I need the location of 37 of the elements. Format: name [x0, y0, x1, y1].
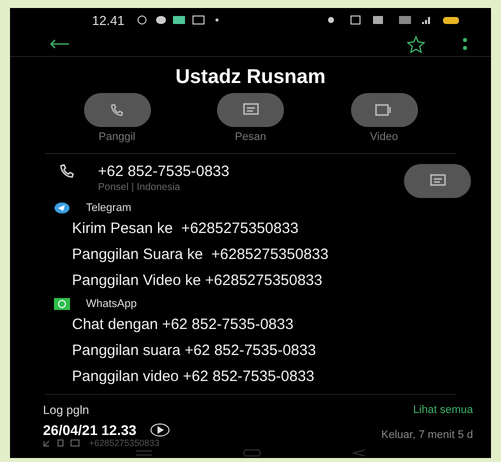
- message-button[interactable]: [404, 164, 471, 198]
- app-action-item[interactable]: Panggilan Suara ke +6285275350833: [10, 242, 491, 268]
- phone-number[interactable]: +62 852-7535-0833: [98, 162, 230, 182]
- app-action-item[interactable]: Panggilan video +62 852-7535-0833: [10, 364, 491, 390]
- action-label: Video: [370, 130, 398, 144]
- phone-icon: [58, 162, 76, 180]
- contact-name: Ustadz Rusnam: [174, 64, 327, 88]
- telegram-icon: [54, 202, 70, 214]
- status-time: 12.41: [92, 12, 125, 30]
- action-label: Pesan: [234, 130, 266, 144]
- battery-icon: [443, 17, 459, 24]
- app-name: Telegram: [86, 200, 132, 216]
- phone-icon: [109, 102, 125, 118]
- more-icon[interactable]: [463, 37, 467, 52]
- app-action-item[interactable]: Panggilan suara +62 852-7535-0833: [10, 338, 491, 364]
- phone-detail: Ponsel | Indonesia: [98, 182, 182, 194]
- see-all-link[interactable]: Lihat semua: [413, 402, 473, 418]
- message-icon: [242, 102, 258, 116]
- call-action-button[interactable]: [84, 92, 150, 126]
- app-action-item[interactable]: Panggilan Video ke +6285275350833: [10, 268, 491, 294]
- star-icon[interactable]: [407, 36, 425, 53]
- call-log-title: Log pgln: [43, 402, 90, 419]
- message-action-button[interactable]: [217, 92, 284, 126]
- call-summary: Keluar, 7 menit 5 d: [381, 428, 473, 443]
- back-arrow-icon[interactable]: [50, 39, 70, 50]
- signal-icon: [422, 16, 430, 26]
- call-number: +6285275350833: [89, 438, 160, 448]
- whatsapp-icon: [54, 298, 70, 310]
- video-action-button[interactable]: [350, 92, 418, 126]
- app-name: WhatsApp: [86, 296, 137, 312]
- play-icon[interactable]: [150, 423, 170, 437]
- app-action-item[interactable]: Kirim Pesan ke +6285275350833: [10, 216, 491, 242]
- video-icon: [375, 102, 393, 116]
- action-label: Panggil: [98, 130, 136, 144]
- call-datetime: 26/04/21 12.33: [43, 422, 136, 438]
- app-action-item[interactable]: Chat dengan +62 852-7535-0833: [10, 312, 491, 338]
- message-icon: [430, 174, 446, 188]
